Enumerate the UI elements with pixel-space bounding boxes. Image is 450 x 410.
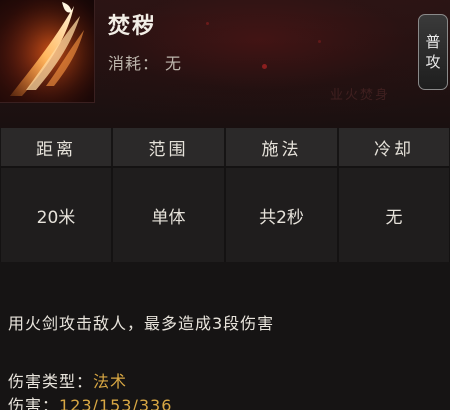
type-badge-char-1: 普 [425, 33, 441, 51]
stat-value-cooldown: 无 [338, 166, 450, 262]
stat-value-range: 20米 [0, 166, 112, 262]
skill-name: 焚秽 [108, 14, 157, 39]
stat-header-range: 距离 [0, 128, 112, 166]
damage-value: 123/153/336 [59, 396, 173, 410]
skill-description: 用火剑攻击敌人，最多造成3段伤害 [8, 314, 275, 333]
faint-background-text: 业火焚身 [330, 88, 391, 103]
damage-type-value: 法术 [93, 372, 128, 391]
stat-value-area: 单体 [112, 166, 225, 262]
stat-value-cast: 共2秒 [225, 166, 338, 262]
skill-tooltip: 焚秽 消耗： 无 业火焚身 普 攻 距离 范围 施法 冷却 20米 单体 共2秒 … [0, 0, 450, 410]
stats-table: 距离 范围 施法 冷却 20米 单体 共2秒 无 [0, 128, 450, 262]
damage-row: 伤害：123/153/336 [8, 392, 172, 410]
cost-row: 消耗： 无 [108, 50, 182, 74]
stat-header-area: 范围 [112, 128, 225, 166]
damage-type-label: 伤害类型： [8, 372, 94, 391]
fire-sword-slash-icon [0, 0, 95, 103]
skill-type-badge[interactable]: 普 攻 [418, 14, 448, 90]
stat-header-cooldown: 冷却 [338, 128, 450, 166]
cost-label: 消耗： [108, 54, 160, 73]
type-badge-char-2: 攻 [425, 53, 441, 71]
cost-value: 无 [165, 54, 183, 73]
stat-header-cast: 施法 [225, 128, 338, 166]
damage-label: 伤害： [8, 396, 60, 410]
skill-header: 焚秽 消耗： 无 业火焚身 普 攻 [0, 0, 450, 128]
damage-type-row: 伤害类型：法术 [8, 368, 127, 392]
